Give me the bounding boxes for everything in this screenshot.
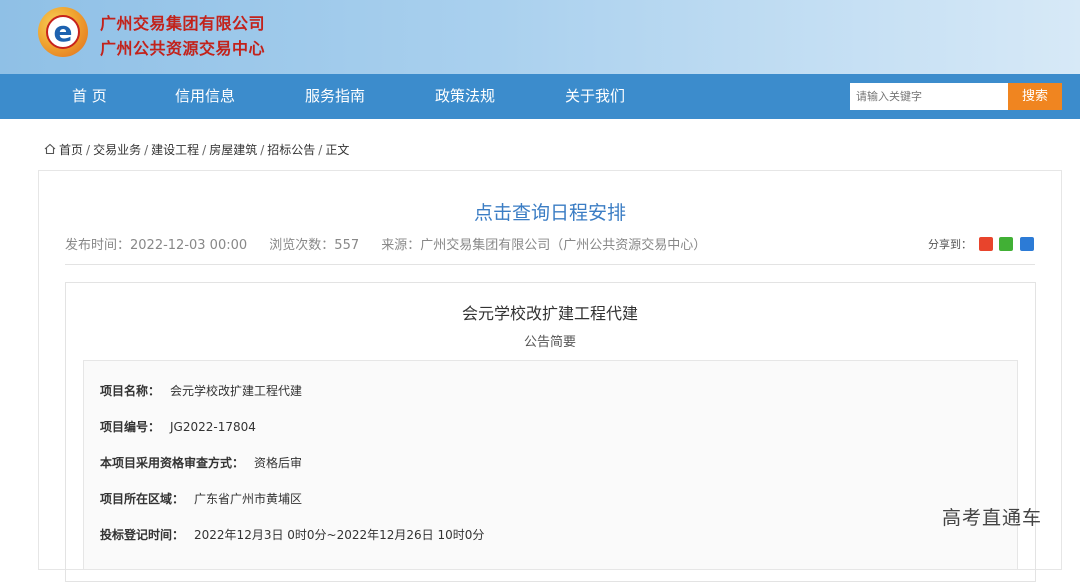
search-input[interactable] (850, 83, 1008, 110)
field-label: 项目名称： (100, 384, 161, 398)
breadcrumb-separator: / (318, 143, 323, 157)
breadcrumb-separator: / (202, 143, 207, 157)
logo-badge: e (46, 15, 80, 49)
logo-letter: e (53, 15, 73, 48)
page-title[interactable]: 点击查询日程安排 (0, 198, 1080, 225)
divider (65, 264, 1035, 265)
breadcrumb-home[interactable]: 首页 (59, 143, 83, 157)
field-project-region: 项目所在区域： 广东省广州市黄埔区 (100, 490, 302, 507)
field-label: 本项目采用资格审查方式： (100, 456, 245, 470)
home-icon (44, 143, 56, 155)
breadcrumb-construction[interactable]: 建设工程 (151, 143, 199, 157)
wechat-share-icon[interactable] (999, 237, 1013, 251)
breadcrumb-housing[interactable]: 房屋建筑 (209, 143, 257, 157)
breadcrumb-separator: / (144, 143, 149, 157)
view-count: 浏览次数：557 (269, 238, 360, 253)
field-value: JG2022-17804 (170, 420, 256, 434)
field-value: 会元学校改扩建工程代建 (170, 384, 303, 398)
field-label: 投标登记时间： (100, 528, 185, 542)
weibo-share-icon[interactable] (978, 237, 993, 251)
site-logo[interactable]: e (38, 7, 88, 57)
field-label: 项目编号： (100, 420, 161, 434)
field-value: 2022年12月3日 0时0分~2022年12月26日 10时0分 (194, 528, 485, 542)
breadcrumb-current: 正文 (325, 143, 350, 157)
field-review-method: 本项目采用资格审查方式： 资格后审 (100, 454, 302, 471)
field-project-name: 项目名称： 会元学校改扩建工程代建 (100, 382, 302, 399)
qq-share-icon[interactable] (1019, 237, 1034, 251)
field-registration-time: 投标登记时间： 2022年12月3日 0时0分~2022年12月26日 10时0分 (100, 526, 484, 543)
article-meta: 发布时间：2022-12-03 00:00 浏览次数：557 来源：广州交易集团… (65, 234, 724, 253)
breadcrumb-separator: / (260, 143, 265, 157)
watermark: 高考直通车 (942, 507, 1043, 529)
search-button[interactable]: 搜索 (1008, 83, 1062, 110)
breadcrumb: 首页 / 交易业务 / 建设工程 / 房屋建筑 / 招标公告 / 正文 (44, 141, 349, 158)
nav-policies[interactable]: 政策法规 (435, 74, 495, 119)
field-value: 资格后审 (254, 456, 303, 470)
nav-service-guide[interactable]: 服务指南 (305, 74, 365, 119)
share-bar: 分享到： (928, 236, 1034, 252)
share-label: 分享到： (928, 238, 972, 251)
breadcrumb-separator: / (86, 143, 91, 157)
field-label: 项目所在区域： (100, 492, 185, 506)
nav-home[interactable]: 首 页 (72, 74, 107, 119)
article-source: 来源：广州交易集团有限公司（广州公共资源交易中心） (381, 238, 707, 253)
breadcrumb-tender-notice[interactable]: 招标公告 (267, 143, 315, 157)
org-name-secondary: 广州公共资源交易中心 (100, 39, 266, 58)
notice-title: 会元学校改扩建工程代建 (461, 304, 638, 323)
publish-time: 发布时间：2022-12-03 00:00 (65, 238, 248, 253)
nav-about-us[interactable]: 关于我们 (565, 74, 625, 119)
field-value: 广东省广州市黄埔区 (194, 492, 303, 506)
breadcrumb-trade-business[interactable]: 交易业务 (93, 143, 141, 157)
field-project-number: 项目编号： JG2022-17804 (100, 418, 256, 435)
org-name-primary: 广州交易集团有限公司 (100, 14, 266, 33)
notice-subtitle: 公告简要 (523, 335, 576, 350)
nav-credit-info[interactable]: 信用信息 (175, 74, 235, 119)
